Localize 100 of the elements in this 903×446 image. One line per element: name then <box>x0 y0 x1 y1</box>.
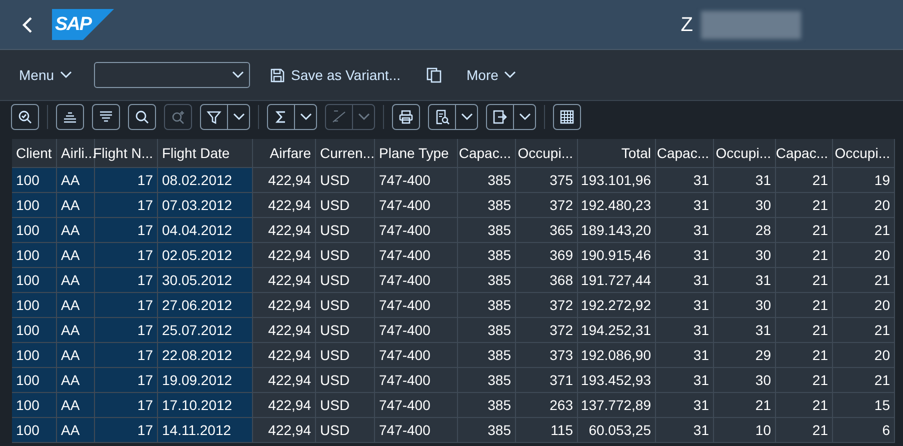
table-cell: 17 <box>95 343 158 368</box>
table-cell: 100 <box>12 268 57 293</box>
table-cell: 20 <box>833 343 895 368</box>
table-cell: 372 <box>516 293 578 318</box>
table-cell: 30 <box>714 243 776 268</box>
table-cell: 747-400 <box>375 293 458 318</box>
table-cell: 385 <box>458 318 516 343</box>
more-button[interactable]: More <box>466 64 516 86</box>
save-icon <box>270 68 286 82</box>
table-cell: 369 <box>516 243 578 268</box>
magnifier-icon <box>17 108 33 124</box>
table-cell: 31 <box>656 168 714 193</box>
column-header[interactable]: Occupi... <box>516 139 578 168</box>
table-cell: 385 <box>458 243 516 268</box>
table-cell: 385 <box>458 168 516 193</box>
table-cell: USD <box>316 168 375 193</box>
table-cell: 31 <box>714 268 776 293</box>
table-cell: 747-400 <box>375 318 458 343</box>
table-cell: 263 <box>516 393 578 418</box>
table-cell: 21 <box>776 168 833 193</box>
table-cell: 02.05.2012 <box>158 243 253 268</box>
table-cell: 385 <box>458 343 516 368</box>
save-variant-button[interactable]: Save as Variant... <box>270 64 400 86</box>
document-search-button[interactable] <box>428 104 478 130</box>
table-cell: 422,94 <box>253 318 316 343</box>
table-cell: 368 <box>516 268 578 293</box>
table-cell: 25.07.2012 <box>158 318 253 343</box>
table-cell: 372 <box>516 193 578 218</box>
table-cell: 27.06.2012 <box>158 293 253 318</box>
table-cell: 6 <box>833 418 895 443</box>
table-cell: 747-400 <box>375 193 458 218</box>
variant-dropdown[interactable] <box>94 62 250 88</box>
table-cell: USD <box>316 268 375 293</box>
table-cell: 15 <box>833 393 895 418</box>
table-cell: 21 <box>776 343 833 368</box>
sum-button[interactable] <box>267 104 317 130</box>
printer-button[interactable] <box>392 104 420 130</box>
table-cell: 193.101,96 <box>578 168 656 193</box>
column-header[interactable]: Airli... <box>57 139 95 168</box>
search-icon <box>134 108 150 124</box>
table-cell: AA <box>57 268 95 293</box>
column-header[interactable]: Occupi... <box>714 139 776 168</box>
caret-icon <box>232 112 244 120</box>
sort-descending-button[interactable] <box>92 104 120 130</box>
table-cell: 372 <box>516 318 578 343</box>
table-cell: 191.727,44 <box>578 268 656 293</box>
table-cell: 17.10.2012 <box>158 393 253 418</box>
caret-icon <box>504 71 516 79</box>
column-header[interactable]: Total <box>578 139 656 168</box>
filter-button[interactable] <box>200 104 250 130</box>
table-cell: 190.915,46 <box>578 243 656 268</box>
table-cell: 192.272,92 <box>578 293 656 318</box>
table-cell: 422,94 <box>253 193 316 218</box>
table-cell: 19.09.2012 <box>158 368 253 393</box>
table-cell: 04.04.2012 <box>158 218 253 243</box>
caret-icon <box>300 112 312 120</box>
menu-button[interactable]: Menu <box>19 64 72 86</box>
table-cell: AA <box>57 393 95 418</box>
export-button[interactable] <box>486 104 536 130</box>
table-cell: AA <box>57 218 95 243</box>
column-header[interactable]: Airfare <box>253 139 316 168</box>
sort-ascending-button[interactable] <box>56 104 84 130</box>
printer-icon <box>398 108 414 124</box>
column-header[interactable]: Flight Date <box>158 139 253 168</box>
table-cell: 422,94 <box>253 293 316 318</box>
table-cell: 100 <box>12 243 57 268</box>
table-cell: USD <box>316 193 375 218</box>
search-plus-icon <box>170 108 186 124</box>
table-cell: 747-400 <box>375 168 458 193</box>
copy-icon[interactable] <box>426 67 442 83</box>
table-cell: 385 <box>458 218 516 243</box>
back-icon[interactable] <box>21 16 33 34</box>
table-cell: USD <box>316 318 375 343</box>
column-header[interactable]: Curren... <box>316 139 375 168</box>
column-header[interactable]: Client <box>12 139 57 168</box>
column-header[interactable]: Capac... <box>458 139 516 168</box>
table-cell: AA <box>57 343 95 368</box>
table-cell: 422,94 <box>253 393 316 418</box>
magnifier-button[interactable] <box>11 104 39 130</box>
table-cell: USD <box>316 293 375 318</box>
search-button[interactable] <box>128 104 156 130</box>
table-cell: 17 <box>95 393 158 418</box>
table-cell: 31 <box>656 218 714 243</box>
table-cell: 17 <box>95 318 158 343</box>
table-cell: 21 <box>833 218 895 243</box>
table-cell: 22.08.2012 <box>158 343 253 368</box>
grid-button[interactable] <box>553 104 581 130</box>
table-cell: 19 <box>833 168 895 193</box>
table-cell: 747-400 <box>375 343 458 368</box>
table-cell: 31 <box>656 418 714 443</box>
column-header[interactable]: Flight N... <box>95 139 158 168</box>
column-header[interactable]: Capac... <box>656 139 714 168</box>
table-cell: 385 <box>458 193 516 218</box>
column-header[interactable]: Capac... <box>776 139 833 168</box>
column-header[interactable]: Plane Type <box>375 139 458 168</box>
column-header[interactable]: Occupi... <box>833 139 895 168</box>
table-cell: AA <box>57 168 95 193</box>
table-cell: 17 <box>95 368 158 393</box>
table-cell: 747-400 <box>375 218 458 243</box>
table-cell: 371 <box>516 368 578 393</box>
